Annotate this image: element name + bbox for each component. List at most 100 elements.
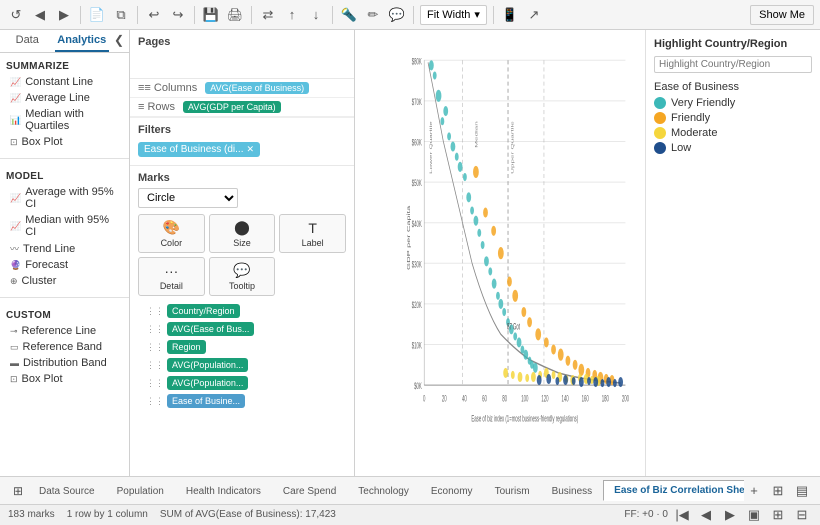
nav-prev-btn[interactable]: ◀ [696,505,716,525]
columns-tag[interactable]: AVG(Ease of Business) [205,82,309,94]
toolbar-save-btn[interactable]: 💾 [201,5,221,25]
fit-width-chevron: ▾ [474,8,480,21]
toolbar-sort-asc-btn[interactable]: ↑ [282,5,302,25]
field-pop2-label: AVG(Population... [172,378,243,388]
median-ci-icon: 📈 [10,221,21,232]
tab-ease-of-biz[interactable]: Ease of Biz Correlation Sheet [603,480,744,501]
tab-care-spend[interactable]: Care Spend [272,481,347,501]
filters-section: Filters Ease of Business (di... ✕ [130,118,354,166]
field-ease-biz[interactable]: Ease of Busine... [167,394,245,408]
sidebar-item-average-line[interactable]: 📈 Average Line [6,90,123,106]
fit-width-dropdown[interactable]: Fit Width ▾ [420,5,487,25]
toolbar-sort-desc-btn[interactable]: ↓ [306,5,326,25]
tab-analytics[interactable]: Analytics [55,30,110,52]
tab-tourism[interactable]: Tourism [484,481,541,501]
pages-area [138,52,346,72]
toolbar-undo-btn[interactable]: ↩ [144,5,164,25]
view-details-btn[interactable]: ⊟ [792,505,812,525]
sidebar-item-ref-band[interactable]: ▭ Reference Band [6,339,123,355]
trend-line-icon: 〰 [10,242,19,255]
color-label: Color [161,238,183,248]
sidebar-item-avg-ci[interactable]: 📈 Average with 95% CI [6,184,123,212]
sidebar-item-box-plot-s[interactable]: ⊡ Box Plot [6,134,123,150]
toolbar-device-btn[interactable]: 📱 [500,5,520,25]
field-pop2[interactable]: AVG(Population... [167,376,248,390]
toolbar-sep2 [137,6,138,24]
nav-next-btn[interactable]: ▶ [720,505,740,525]
tab-business[interactable]: Business [541,481,604,501]
toolbar-new-sheet-btn[interactable]: 📄 [87,5,107,25]
field-ease-bus[interactable]: AVG(Ease of Bus... [167,322,254,336]
tab-population[interactable]: Population [106,481,175,501]
toolbar-tooltip-btn[interactable]: 💬 [387,5,407,25]
tab-data-source[interactable]: Data Source [28,481,106,501]
fit-width-label: Fit Width [427,9,470,21]
marks-tooltip-btn[interactable]: 💬 Tooltip [209,257,276,296]
toolbar-back-btn[interactable]: ◀ [30,5,50,25]
marks-label-btn[interactable]: T Label [279,214,346,253]
grid-view-btn[interactable]: ⊞ [768,481,788,501]
forecast-icon: 🔮 [10,260,21,271]
rows-tag[interactable]: AVG(GDP per Capita) [183,101,281,113]
legend-search-input[interactable] [654,56,812,73]
legend-item-low[interactable]: Low [654,142,812,154]
legend-label-friendly: Friendly [671,112,710,124]
columns-header: ≡≡ Columns AVG(Ease of Business) [130,79,354,98]
sidebar-item-median-quartiles[interactable]: 📊 Median with Quartiles [6,106,123,134]
toolbar-annotate-btn[interactable]: ✏ [363,5,383,25]
show-me-button[interactable]: Show Me [750,5,814,25]
summarize-section: Summarize 📈 Constant Line 📈 Average Line… [0,53,129,154]
view-single-btn[interactable]: ▣ [744,505,764,525]
tab-health-indicators[interactable]: Health Indicators [175,481,272,501]
middle-panel: Pages ≡≡ Columns AVG(Ease of Business) ≡… [130,30,355,476]
sidebar-item-forecast[interactable]: 🔮 Forecast [6,257,123,273]
svg-text:$30K: $30K [412,260,422,270]
tab-data[interactable]: Data [0,30,55,52]
median-quartiles-label: Median with Quartiles [25,108,119,132]
field-region[interactable]: Region [167,340,206,354]
sidebar-item-cluster[interactable]: ⊕ Cluster [6,273,123,289]
sidebar-item-constant-line[interactable]: 📈 Constant Line [6,74,123,90]
tab-economy[interactable]: Economy [420,481,484,501]
filter-ease-of-business[interactable]: Ease of Business (di... ✕ [138,142,260,157]
field-pop1[interactable]: AVG(Population... [167,358,248,372]
avg-ci-icon: 📈 [10,193,21,204]
field-region-label: Region [172,342,201,352]
legend-item-friendly[interactable]: Friendly [654,112,812,124]
legend-item-very-friendly[interactable]: Very Friendly [654,97,812,109]
sidebar-item-trend-line[interactable]: 〰 Trend Line [6,240,123,257]
filter-close-icon[interactable]: ✕ [247,144,255,155]
toolbar: ↺ ◀ ▶ 📄 ⧉ ↩ ↪ 💾 🖨 ⇄ ↑ ↓ 🔦 ✏ 💬 Fit Width … [0,0,820,30]
toolbar-swap-btn[interactable]: ⇄ [258,5,278,25]
legend-item-moderate[interactable]: Moderate [654,127,812,139]
toolbar-redo-btn[interactable]: ↪ [168,5,188,25]
marks-section: Marks Circle Square Bar Line Area 🎨 Colo… [130,166,354,420]
sidebar-item-ref-line[interactable]: ⊸ Reference Line [6,323,123,339]
marks-color-btn[interactable]: 🎨 Color [138,214,205,253]
new-sheet-btn[interactable]: + [744,481,764,501]
toolbar-highlight-btn[interactable]: 🔦 [339,5,359,25]
toolbar-share-btn[interactable]: ↗ [524,5,544,25]
sidebar-collapse-btn[interactable]: ❮ [109,30,129,50]
sidebar-item-median-ci[interactable]: 📈 Median with 95% CI [6,212,123,240]
tooltip-icon: 💬 [233,262,250,279]
detail-label: Detail [160,281,183,291]
view-grid-btn[interactable]: ⊞ [768,505,788,525]
svg-text:20: 20 [442,394,447,404]
sidebar-item-box-plot-c[interactable]: ⊡ Box Plot [6,371,123,387]
legend-color-friendly [654,112,666,124]
toolbar-print-btn[interactable]: 🖨 [225,5,245,25]
data-source-icon[interactable]: ⊞ [8,481,28,501]
svg-text:60: 60 [482,394,487,404]
film-strip-btn[interactable]: ▤ [792,481,812,501]
tab-technology[interactable]: Technology [347,481,420,501]
sidebar-item-dist-band[interactable]: ▬ Distribution Band [6,355,123,371]
marks-type-select[interactable]: Circle Square Bar Line Area [138,188,238,208]
nav-first-btn[interactable]: |◀ [672,505,692,525]
field-country-region[interactable]: Country/Region [167,304,240,318]
toolbar-forward-btn[interactable]: ▶ [54,5,74,25]
toolbar-duplicate-btn[interactable]: ⧉ [111,5,131,25]
marks-size-btn[interactable]: ⬤ Size [209,214,276,253]
marks-detail-btn[interactable]: ··· Detail [138,257,205,296]
toolbar-refresh-btn[interactable]: ↺ [6,5,26,25]
